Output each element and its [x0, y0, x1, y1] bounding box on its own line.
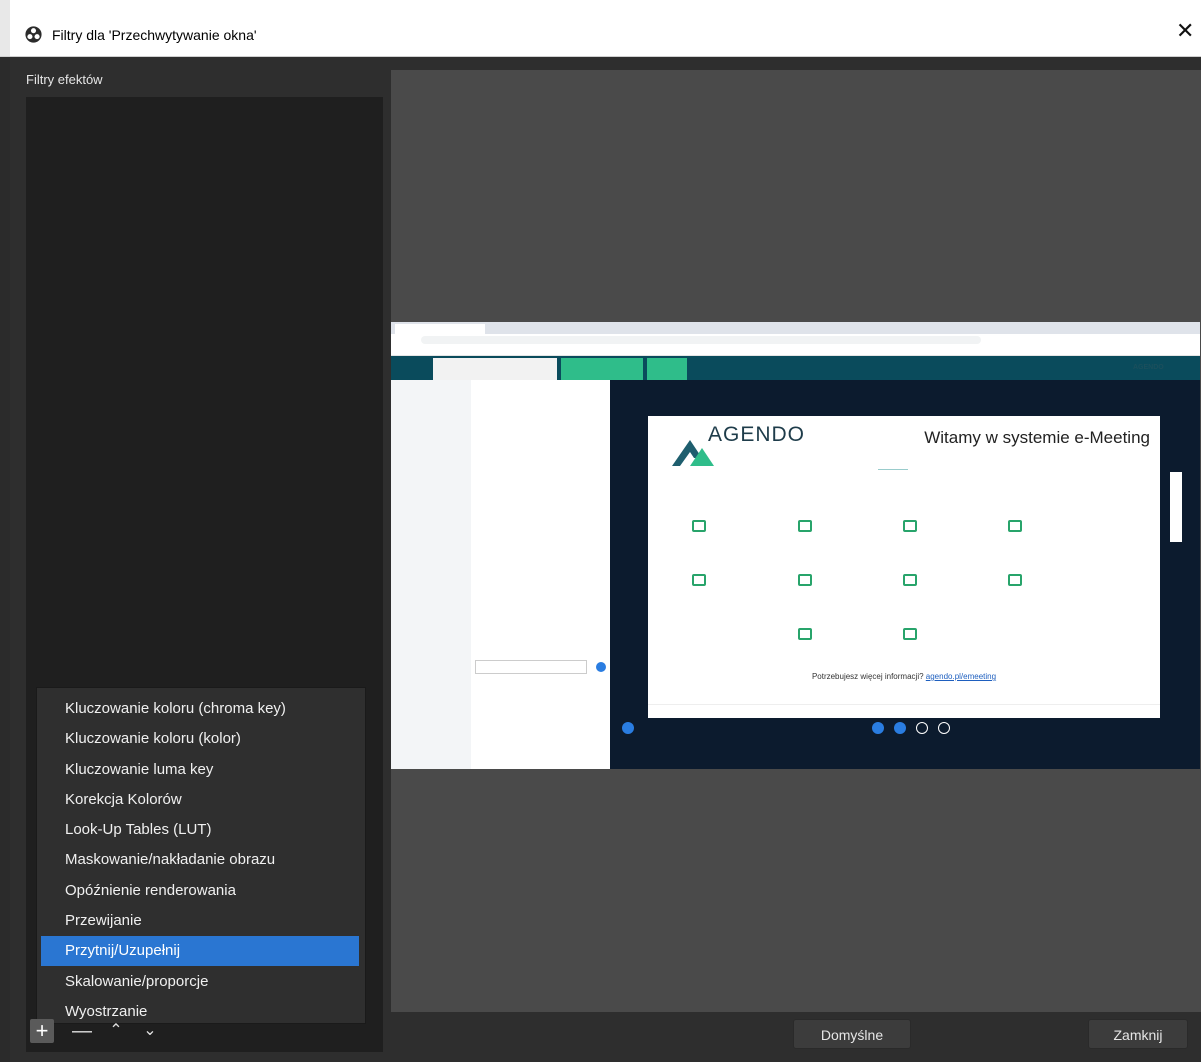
preview-chat-input: [475, 660, 587, 674]
preview-nav-tab-1: [433, 358, 557, 380]
menu-item-crop-pad[interactable]: Przytnij/Uzupełnij: [41, 936, 359, 966]
close-icon[interactable]: ✕: [1176, 20, 1194, 42]
preview-nav-tab-3: [647, 358, 687, 380]
preview-chat-list: [471, 380, 611, 769]
preview-feature: [903, 616, 1003, 656]
preview-share-icon: [916, 722, 928, 734]
preview-browser-tab: [395, 324, 485, 334]
preview-feature: [1008, 562, 1108, 602]
preview-feature: [692, 562, 792, 602]
source-preview: AGENDO AGENDO Witamy w systemie e-Meetin…: [391, 322, 1200, 769]
menu-item-luma-key[interactable]: Kluczowanie luma key: [41, 755, 359, 785]
preview-meeting-panel: AGENDO Witamy w systemie e-Meeting Potrz…: [610, 380, 1200, 769]
effect-filters-label: Filtry efektów: [26, 72, 103, 87]
chevron-up-icon[interactable]: ⌃: [104, 1019, 128, 1043]
plus-icon[interactable]: +: [30, 1019, 54, 1043]
title-bar: Filtry dla 'Przechwytywanie okna' ✕: [0, 0, 1201, 57]
preview-controls: [872, 722, 962, 734]
preview-feature: [798, 508, 898, 548]
close-button[interactable]: Zamknij: [1088, 1019, 1188, 1049]
menu-item-render-delay[interactable]: Opóźnienie renderowania: [41, 876, 359, 906]
preview-more-info: Potrzebujesz więcej informacji? agendo.p…: [648, 672, 1160, 681]
defaults-button[interactable]: Domyślne: [793, 1019, 911, 1049]
add-filter-menu: Kluczowanie koloru (chroma key) Kluczowa…: [36, 687, 366, 1024]
preview-meeting-toolbar: [610, 380, 1200, 402]
preview-feature: [1008, 508, 1108, 548]
menu-item-lut[interactable]: Look-Up Tables (LUT): [41, 815, 359, 845]
preview-sidebar: [391, 380, 472, 769]
background-window-strip: [0, 0, 10, 56]
preview-feature: [692, 508, 792, 548]
preview-url-field: [421, 336, 981, 344]
preview-app-navbar: AGENDO: [391, 356, 1200, 380]
preview-add-icon: [622, 722, 634, 734]
menu-item-color-key[interactable]: Kluczowanie koloru (kolor): [41, 724, 359, 754]
menu-item-chroma-key[interactable]: Kluczowanie koloru (chroma key): [41, 694, 359, 724]
preview-right-toolbar: [1170, 472, 1182, 542]
obs-icon: [25, 26, 42, 43]
minus-icon[interactable]: —: [70, 1019, 94, 1043]
preview-camera-icon: [894, 722, 906, 734]
preview-feature: [903, 562, 1003, 602]
preview-mic-icon: [872, 722, 884, 734]
chevron-down-icon[interactable]: ⌄: [138, 1019, 162, 1043]
preview-area: AGENDO AGENDO Witamy w systemie e-Meetin…: [391, 70, 1201, 1012]
preview-settings-icon: [938, 722, 950, 734]
preview-feature: [903, 508, 1003, 548]
preview-more-prefix: Potrzebujesz więcej informacji?: [811, 672, 924, 681]
preview-browser-tabbar: [391, 322, 1200, 334]
preview-more-link: agendo.pl/emeeting: [925, 672, 997, 681]
preview-brand: AGENDO: [1133, 364, 1164, 371]
preview-feature: [798, 562, 898, 602]
preview-feature: [798, 616, 898, 656]
preview-bookmarks-bar: [391, 346, 1200, 356]
menu-item-image-mask[interactable]: Maskowanie/nakładanie obrazu: [41, 845, 359, 875]
preview-send-icon: [596, 662, 606, 672]
menu-item-scaling[interactable]: Skalowanie/proporcje: [41, 967, 359, 997]
preview-welcome-card: AGENDO Witamy w systemie e-Meeting Potrz…: [648, 416, 1160, 718]
window-title: Filtry dla 'Przechwytywanie okna': [52, 27, 257, 43]
preview-nav-tab-2: [561, 358, 643, 380]
preview-card-footer: [648, 704, 1160, 719]
menu-item-color-correction[interactable]: Korekcja Kolorów: [41, 785, 359, 815]
menu-item-scroll[interactable]: Przewijanie: [41, 906, 359, 936]
